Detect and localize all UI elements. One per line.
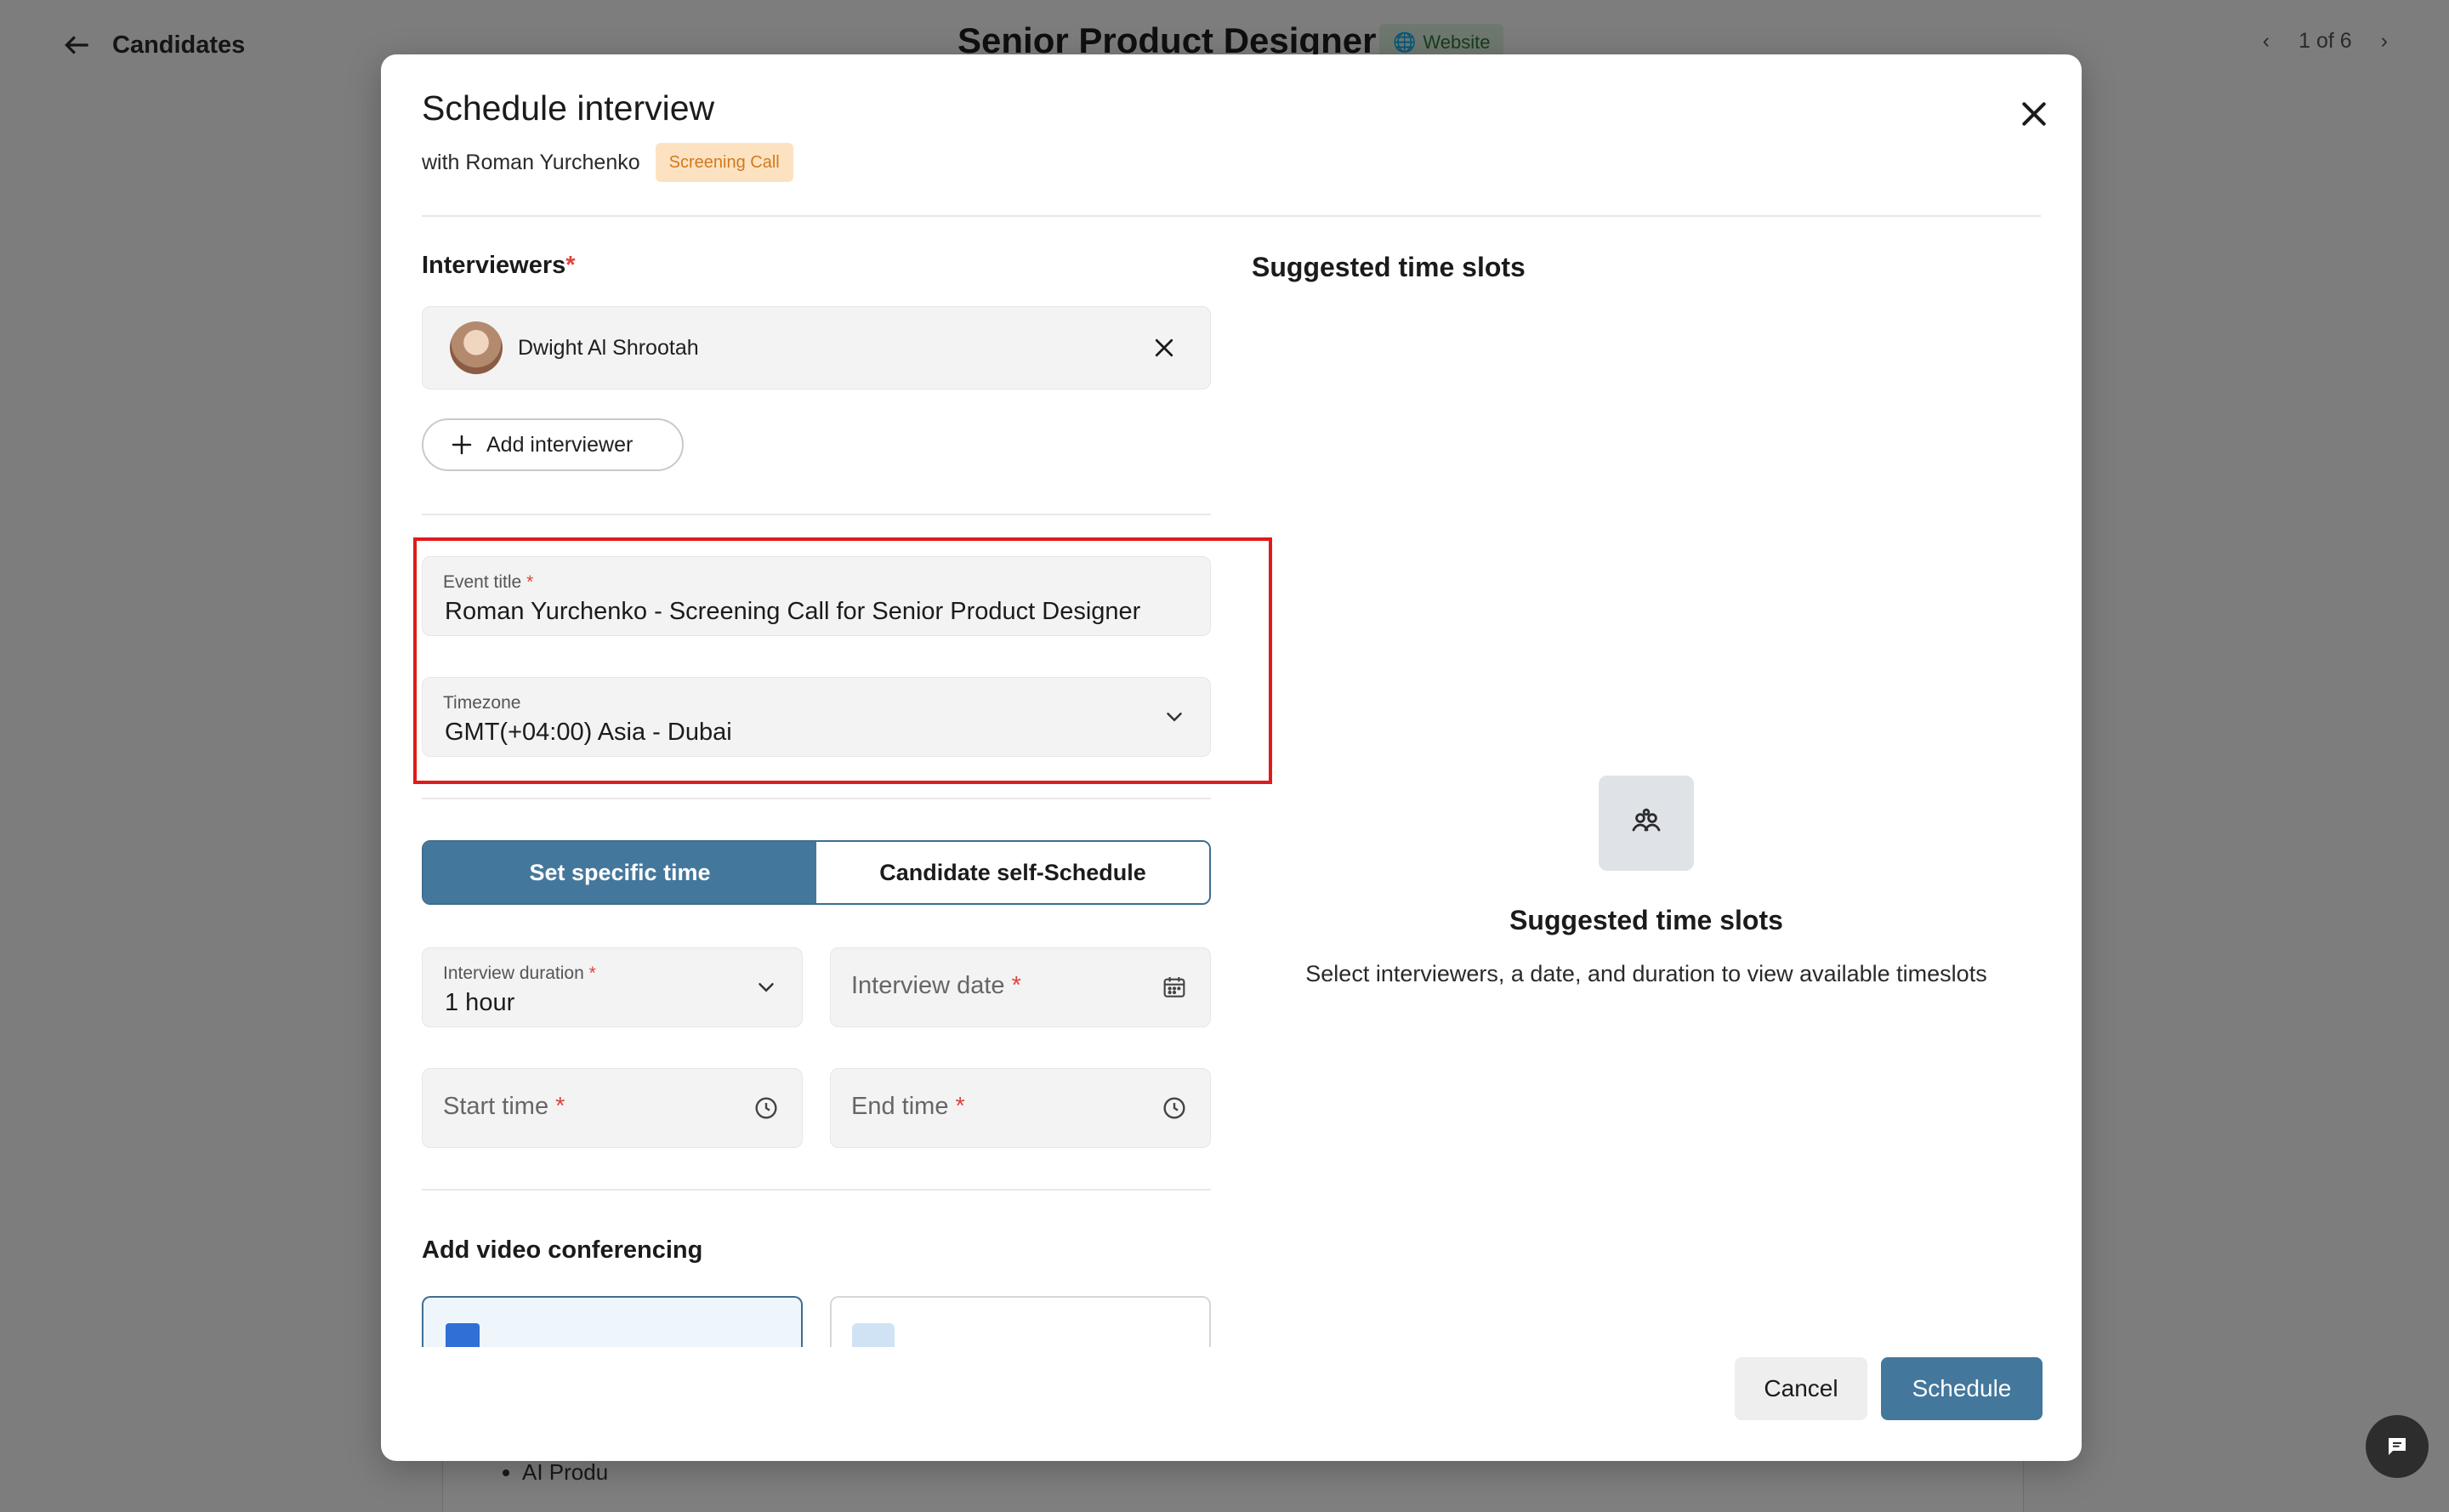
section-divider [422,514,1211,515]
chevron-down-icon [751,972,781,1003]
chat-icon [2389,1438,2406,1455]
interview-date-placeholder-text: Interview date [851,972,1005,999]
required-mark: * [565,252,576,279]
candidate-self-schedule-option[interactable]: Candidate self-Schedule [816,842,1209,903]
with-candidate: with Roman Yurchenko [422,150,640,174]
interview-date-field[interactable]: Interview date * [830,947,1211,1027]
interviewers-label: Interviewers* [422,252,576,280]
people-icon [1599,776,1694,871]
video-option-google[interactable] [422,1296,803,1347]
header-divider [422,215,2041,217]
schedule-mode-toggle: Set specific time Candidate self-Schedul… [422,840,1211,905]
close-icon [1155,338,1173,357]
duration-label-text: Interview duration [443,963,584,983]
video-provider-icon [446,1323,480,1347]
start-time-placeholder-text: Start time [443,1093,549,1120]
schedule-interview-modal: Schedule interview with Roman Yurchenko … [381,54,2082,1461]
remove-interviewer-button[interactable] [1145,329,1183,367]
required-mark: * [555,1093,565,1120]
plus-icon [452,435,472,455]
section-divider [422,1189,1211,1191]
clock-icon[interactable] [751,1093,781,1123]
chat-button[interactable] [2366,1415,2429,1478]
required-mark: * [955,1093,965,1120]
close-icon [2022,102,2046,126]
end-time-field[interactable]: End time * [830,1068,1211,1148]
start-time-placeholder: Start time * [443,1093,565,1121]
empty-state-description: Select interviewers, a date, and duratio… [1305,961,1987,986]
add-interviewer-button[interactable]: Add interviewer [422,418,684,471]
interview-duration-select[interactable]: Interview duration * 1 hour [422,947,803,1027]
schedule-button[interactable]: Schedule [1881,1357,2043,1420]
close-button[interactable] [2010,90,2058,138]
required-mark: * [1011,972,1021,999]
end-time-placeholder-text: End time [851,1093,949,1120]
interviewer-chip: Dwight Al Shrootah [422,306,1211,389]
interviewers-label-text: Interviewers [422,252,566,279]
add-interviewer-label: Add interviewer [486,432,634,457]
duration-label: Interview duration * [443,963,596,984]
required-mark: * [588,963,596,983]
duration-value: 1 hour [445,989,515,1016]
avatar [450,321,503,374]
section-divider [422,798,1211,799]
interviewer-name: Dwight Al Shrootah [518,335,699,360]
cancel-button[interactable]: Cancel [1735,1357,1867,1420]
end-time-placeholder: End time * [851,1093,965,1121]
highlight-box [413,537,1272,784]
set-specific-time-option[interactable]: Set specific time [423,842,816,903]
modal-subtitle: with Roman Yurchenko Screening Call [422,143,793,182]
suggested-slots-header: Suggested time slots [1252,252,1526,282]
video-provider-icon [852,1323,895,1347]
video-conferencing-label: Add video conferencing [422,1236,703,1264]
interview-date-placeholder: Interview date * [851,972,1021,1000]
modal-title: Schedule interview [422,88,715,128]
stage-badge: Screening Call [655,143,793,182]
start-time-field[interactable]: Start time * [422,1068,803,1148]
calendar-icon[interactable] [1159,972,1190,1003]
empty-state-title: Suggested time slots [1509,905,1783,935]
clock-icon[interactable] [1159,1093,1190,1123]
video-option-other[interactable] [830,1296,1211,1347]
